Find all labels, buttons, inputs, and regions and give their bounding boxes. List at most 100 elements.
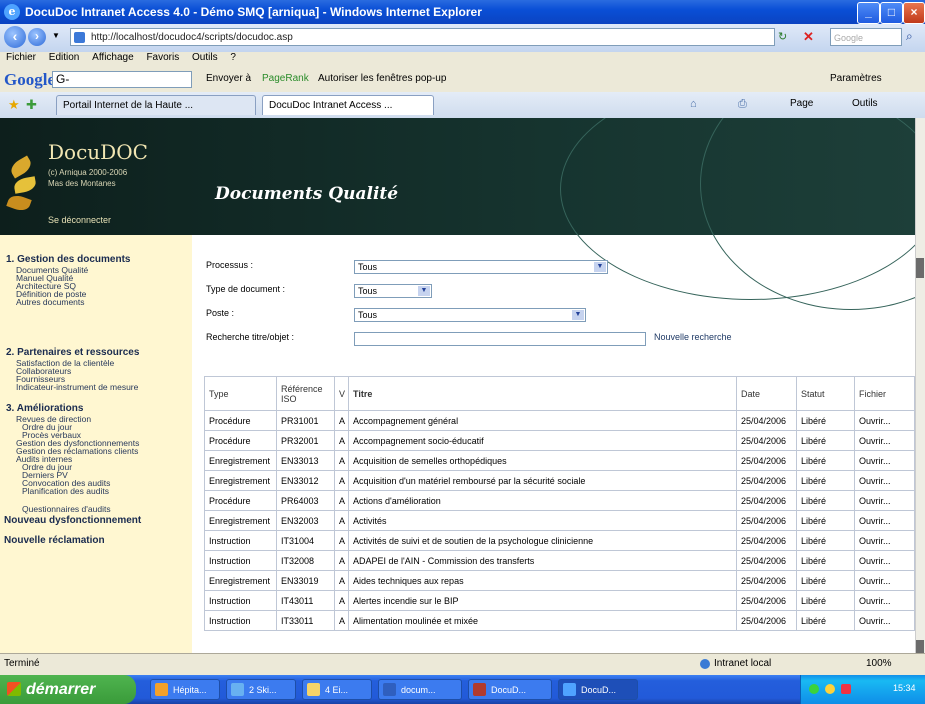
tab-docudoc[interactable]: DocuDoc Intranet Access ... (262, 95, 434, 115)
cell-titre[interactable]: Actions d'amélioration (348, 490, 737, 511)
table-row[interactable]: Enregistrement EN33013 A Acquisition de sem… (204, 450, 915, 471)
poste-select[interactable]: Tous ▼ (354, 308, 586, 322)
table-row[interactable]: Enregistrement EN33012 A Acquisition d'un m… (204, 470, 915, 491)
col-date[interactable]: Date (736, 376, 797, 411)
col-reference[interactable]: Référence ISO (276, 376, 335, 411)
disconnect-link[interactable]: Se déconnecter (48, 215, 111, 225)
search-input[interactable]: Google (830, 28, 902, 46)
task-item[interactable]: Hépita... (150, 679, 220, 700)
back-button[interactable]: ‹ (4, 26, 26, 48)
cell-fichier[interactable]: Ouvrir... (854, 510, 915, 531)
menu-favoris[interactable]: Favoris (146, 52, 179, 63)
processus-select[interactable]: Tous ▼ (354, 260, 608, 274)
cell-titre[interactable]: Alertes incendie sur le BIP (348, 590, 737, 611)
menu-fichier[interactable]: Fichier (6, 52, 36, 63)
cell-fichier[interactable]: Ouvrir... (854, 410, 915, 431)
search-icon[interactable]: ⌕ (906, 29, 913, 44)
col-fichier[interactable]: Fichier (854, 376, 915, 411)
tab-portail[interactable]: Portail Internet de la Haute ... (56, 95, 256, 115)
cell-titre[interactable]: Acquisition de semelles orthopédiques (348, 450, 737, 471)
minimize-button[interactable]: _ (857, 2, 880, 24)
maximize-button[interactable]: □ (880, 2, 903, 24)
cell-fichier[interactable]: Ouvrir... (854, 610, 915, 631)
security-icon[interactable] (841, 684, 851, 694)
sidebar-item-autres-documents[interactable]: Autres documents (16, 297, 85, 307)
task-item-active[interactable]: DocuD... (558, 679, 638, 700)
table-row[interactable]: Instruction IT32008 A ADAPEI de l'AIN - Com… (204, 550, 915, 571)
google-search-input[interactable]: G- (52, 71, 192, 88)
table-row[interactable]: Instruction IT31004 A Activités de suivi et… (204, 530, 915, 551)
home-icon[interactable]: ⌂ (690, 98, 697, 110)
sidebar-item-questionnaires-audits[interactable]: Questionnaires d'audits (22, 504, 111, 514)
scrollbar-thumb[interactable] (916, 258, 924, 278)
task-item[interactable]: 4 Ei... (302, 679, 372, 700)
pagerank-indicator[interactable]: PageRank (262, 73, 309, 84)
task-item[interactable]: DocuD... (468, 679, 552, 700)
col-statut[interactable]: Statut (796, 376, 855, 411)
table-row[interactable]: Procédure PR32001 A Accompagnement socio-éd… (204, 430, 915, 451)
cell-fichier[interactable]: Ouvrir... (854, 570, 915, 591)
close-button[interactable]: × (903, 2, 925, 24)
cell-fichier[interactable]: Ouvrir... (854, 430, 915, 451)
antivirus-icon[interactable] (825, 684, 835, 694)
start-button[interactable]: démarrer (0, 675, 136, 704)
col-type[interactable]: Type (204, 376, 277, 411)
cell-fichier[interactable]: Ouvrir... (854, 530, 915, 551)
cell-fichier[interactable]: Ouvrir... (854, 470, 915, 491)
favorites-star-icon[interactable]: ★ (8, 97, 20, 113)
table-row[interactable]: Procédure PR64003 A Actions d'amélioration 2… (204, 490, 915, 511)
sidebar-section-documents[interactable]: 1. Gestion des documents (6, 254, 130, 265)
add-favorite-icon[interactable]: ✚ (26, 97, 37, 113)
settings-button[interactable]: Paramètres (830, 73, 882, 84)
menu-help[interactable]: ? (230, 52, 236, 63)
print-icon[interactable]: ⎙ (738, 98, 747, 111)
new-claim-link[interactable]: Nouvelle réclamation (4, 535, 105, 546)
clock[interactable]: 15:34 (893, 683, 916, 693)
col-version[interactable]: V (334, 376, 349, 411)
vertical-scrollbar[interactable] (915, 118, 925, 653)
network-icon[interactable] (809, 684, 819, 694)
cell-fichier[interactable]: Ouvrir... (854, 450, 915, 471)
sidebar-section-partenaires[interactable]: 2. Partenaires et ressources (6, 347, 139, 358)
menu-outils[interactable]: Outils (192, 52, 218, 63)
scrollbar-down-arrow[interactable] (916, 640, 924, 653)
cell-titre[interactable]: Activités de suivi et de soutien de la p… (348, 530, 737, 551)
new-search-link[interactable]: Nouvelle recherche (654, 332, 732, 342)
history-dropdown-icon[interactable]: ▼ (52, 31, 60, 40)
table-row[interactable]: Enregistrement EN33019 A Aides techniques a… (204, 570, 915, 591)
page-menu[interactable]: Page (790, 98, 813, 109)
table-row[interactable]: Instruction IT43011 A Alertes incendie sur … (204, 590, 915, 611)
sidebar-section-ameliorations[interactable]: 3. Améliorations (6, 403, 83, 414)
stop-icon[interactable]: ✕ (803, 29, 814, 45)
popup-blocker-button[interactable]: Autoriser les fenêtres pop-up (318, 73, 446, 84)
cell-titre[interactable]: Acquisition d'un matériel remboursé par … (348, 470, 737, 491)
cell-titre[interactable]: Activités (348, 510, 737, 531)
cell-titre[interactable]: Accompagnement socio-éducatif (348, 430, 737, 451)
title-search-input[interactable] (354, 332, 646, 346)
menu-edition[interactable]: Edition (49, 52, 80, 63)
cell-titre[interactable]: ADAPEI de l'AIN - Commission des transfe… (348, 550, 737, 571)
cell-titre[interactable]: Accompagnement général (348, 410, 737, 431)
cell-fichier[interactable]: Ouvrir... (854, 490, 915, 511)
col-titre[interactable]: Titre (348, 376, 737, 411)
cell-fichier[interactable]: Ouvrir... (854, 550, 915, 571)
table-row[interactable]: Instruction IT33011 A Alimentation moulinée… (204, 610, 915, 631)
cell-fichier[interactable]: Ouvrir... (854, 590, 915, 611)
cell-titre[interactable]: Alimentation moulinée et mixée (348, 610, 737, 631)
type-select[interactable]: Tous ▼ (354, 284, 432, 298)
task-item[interactable]: 2 Ski... (226, 679, 296, 700)
refresh-icon[interactable]: ↻ (778, 30, 787, 43)
task-item[interactable]: docum... (378, 679, 462, 700)
new-dysfunction-link[interactable]: Nouveau dysfonctionnement (4, 515, 141, 526)
sidebar-item-planification-audits[interactable]: Planification des audits (22, 486, 109, 496)
sidebar-item-indicateur[interactable]: Indicateur-instrument de mesure (16, 382, 138, 392)
tools-menu[interactable]: Outils (852, 98, 878, 109)
cell-titre[interactable]: Aides techniques aux repas (348, 570, 737, 591)
zoom-level[interactable]: 100% (866, 658, 892, 669)
table-row[interactable]: Procédure PR31001 A Accompagnement général 2… (204, 410, 915, 431)
send-to-button[interactable]: Envoyer à (206, 73, 251, 84)
menu-affichage[interactable]: Affichage (92, 52, 134, 63)
forward-button[interactable]: › (28, 28, 46, 46)
table-row[interactable]: Enregistrement EN32003 A Activités 25/04/200… (204, 510, 915, 531)
address-input[interactable]: http://localhost/docudoc4/scripts/docudo… (70, 28, 775, 46)
